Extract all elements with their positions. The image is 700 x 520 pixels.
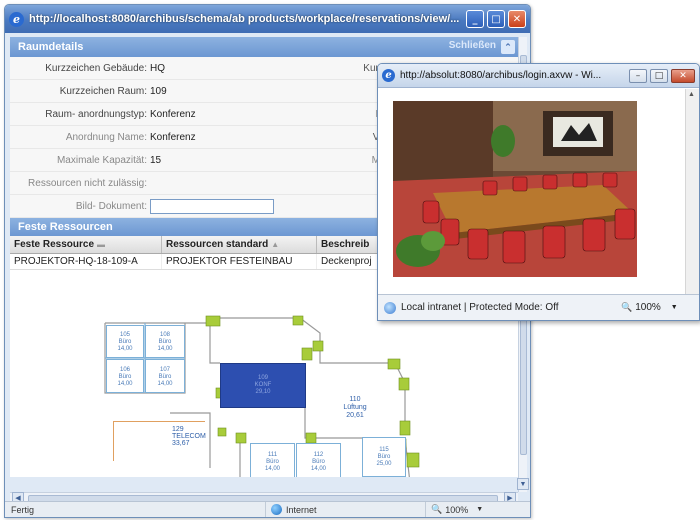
- ie-icon: e: [9, 11, 24, 27]
- sort-icon: ▲: [271, 240, 280, 249]
- globe-icon: [271, 504, 282, 515]
- popup-window-title: http://absolut:8080/archibus/login.axvw …: [400, 70, 602, 81]
- room-112[interactable]: 112 Büro 14,00: [296, 443, 341, 477]
- field-value: 109: [150, 85, 167, 97]
- popup-maximize-button[interactable]: □: [650, 68, 668, 83]
- room-details-header: Raumdetails Schließen ⌃: [10, 37, 518, 57]
- zoom-control[interactable]: 🔍 100% ▼: [425, 502, 488, 517]
- room-details-title: Raumdetails: [18, 41, 84, 53]
- fixed-resources-title: Feste Ressourcen: [18, 221, 113, 233]
- room-108[interactable]: 108 Büro 14,00: [145, 325, 185, 358]
- popup-titlebar[interactable]: e http://absolut:8080/archibus/login.axv…: [378, 64, 699, 88]
- column-header-standard[interactable]: Ressourcen standard ▲: [162, 236, 317, 253]
- scroll-down-icon[interactable]: ▼: [517, 478, 529, 490]
- field-value: HQ: [150, 62, 165, 74]
- room-110[interactable]: 110 Lüftung 20,61: [320, 392, 390, 437]
- scroll-up-icon[interactable]: ▲: [688, 91, 695, 98]
- popup-vertical-scrollbar[interactable]: ▲: [685, 89, 699, 295]
- main-window-title: http://localhost:8080/archibus/schema/ab…: [29, 13, 460, 25]
- table-cell: PROJEKTOR-HQ-18-109-A: [10, 254, 162, 269]
- popup-content: [378, 89, 686, 295]
- field-value: Konferenz: [150, 131, 196, 143]
- zoom-icon: 🔍: [431, 504, 443, 514]
- column-header-resource[interactable]: Feste Ressource ▬: [10, 236, 162, 253]
- main-status-bar: Fertig Internet 🔍 100% ▼: [5, 501, 530, 517]
- room-115[interactable]: 115 Büro 25,00: [362, 437, 406, 477]
- sort-icon: ▬: [97, 240, 106, 249]
- field-label: Bild- Dokument:: [75, 200, 147, 212]
- close-panel-button[interactable]: Schließen: [449, 40, 496, 51]
- room-106[interactable]: 106 Büro 14,00: [106, 359, 144, 393]
- chevron-down-icon: ▼: [476, 506, 484, 513]
- popup-status-bar: Local intranet | Protected Mode: Off 🔍 1…: [378, 294, 699, 320]
- field-label: Raum- anordnungstyp:: [45, 108, 147, 120]
- intranet-icon: [384, 301, 396, 314]
- image-document-input[interactable]: [150, 198, 274, 214]
- popup-minimize-button[interactable]: –: [629, 68, 647, 83]
- field-value: 15: [150, 154, 162, 166]
- field-value: Konferenz: [150, 108, 196, 120]
- zone-indicator[interactable]: Internet: [265, 502, 425, 517]
- minimize-button[interactable]: _: [466, 10, 484, 28]
- popup-browser-window: e http://absolut:8080/archibus/login.axv…: [377, 63, 700, 321]
- room-105[interactable]: 105 Büro 14,00: [106, 325, 144, 358]
- field-label: Kurzzeichen Gebäude:: [45, 62, 147, 74]
- status-text: Fertig: [11, 504, 35, 515]
- popup-zoom-control[interactable]: 🔍 100% ▼: [621, 302, 678, 313]
- ie-icon: e: [382, 69, 395, 82]
- conference-room-photo: [378, 89, 686, 295]
- collapse-icon[interactable]: ⌃: [501, 40, 515, 54]
- popup-close-button[interactable]: ✕: [671, 68, 695, 83]
- field-label: Maximale Kapazität:: [56, 154, 147, 166]
- field-label: Anordnung Name:: [65, 131, 147, 143]
- close-window-button[interactable]: ✕: [508, 10, 526, 28]
- room-107[interactable]: 107 Büro 14,00: [145, 359, 185, 393]
- room-111[interactable]: 111 Büro 14,00: [250, 443, 295, 477]
- table-cell: PROJEKTOR FESTEINBAU: [162, 254, 317, 269]
- field-label: Kurzzeichen Raum:: [59, 85, 147, 97]
- chevron-down-icon: ▼: [670, 304, 678, 311]
- popup-zone-text: Local intranet | Protected Mode: Off: [401, 302, 559, 313]
- main-titlebar[interactable]: e http://localhost:8080/archibus/schema/…: [5, 5, 530, 33]
- field-label: Ressourcen nicht zulässig:: [28, 177, 147, 189]
- zoom-icon: 🔍: [621, 302, 633, 312]
- room-129[interactable]: 129 TELECOM 33,67: [113, 421, 206, 461]
- room-109-selected[interactable]: 109 KONF 29,10: [220, 363, 306, 408]
- maximize-button[interactable]: □: [487, 10, 505, 28]
